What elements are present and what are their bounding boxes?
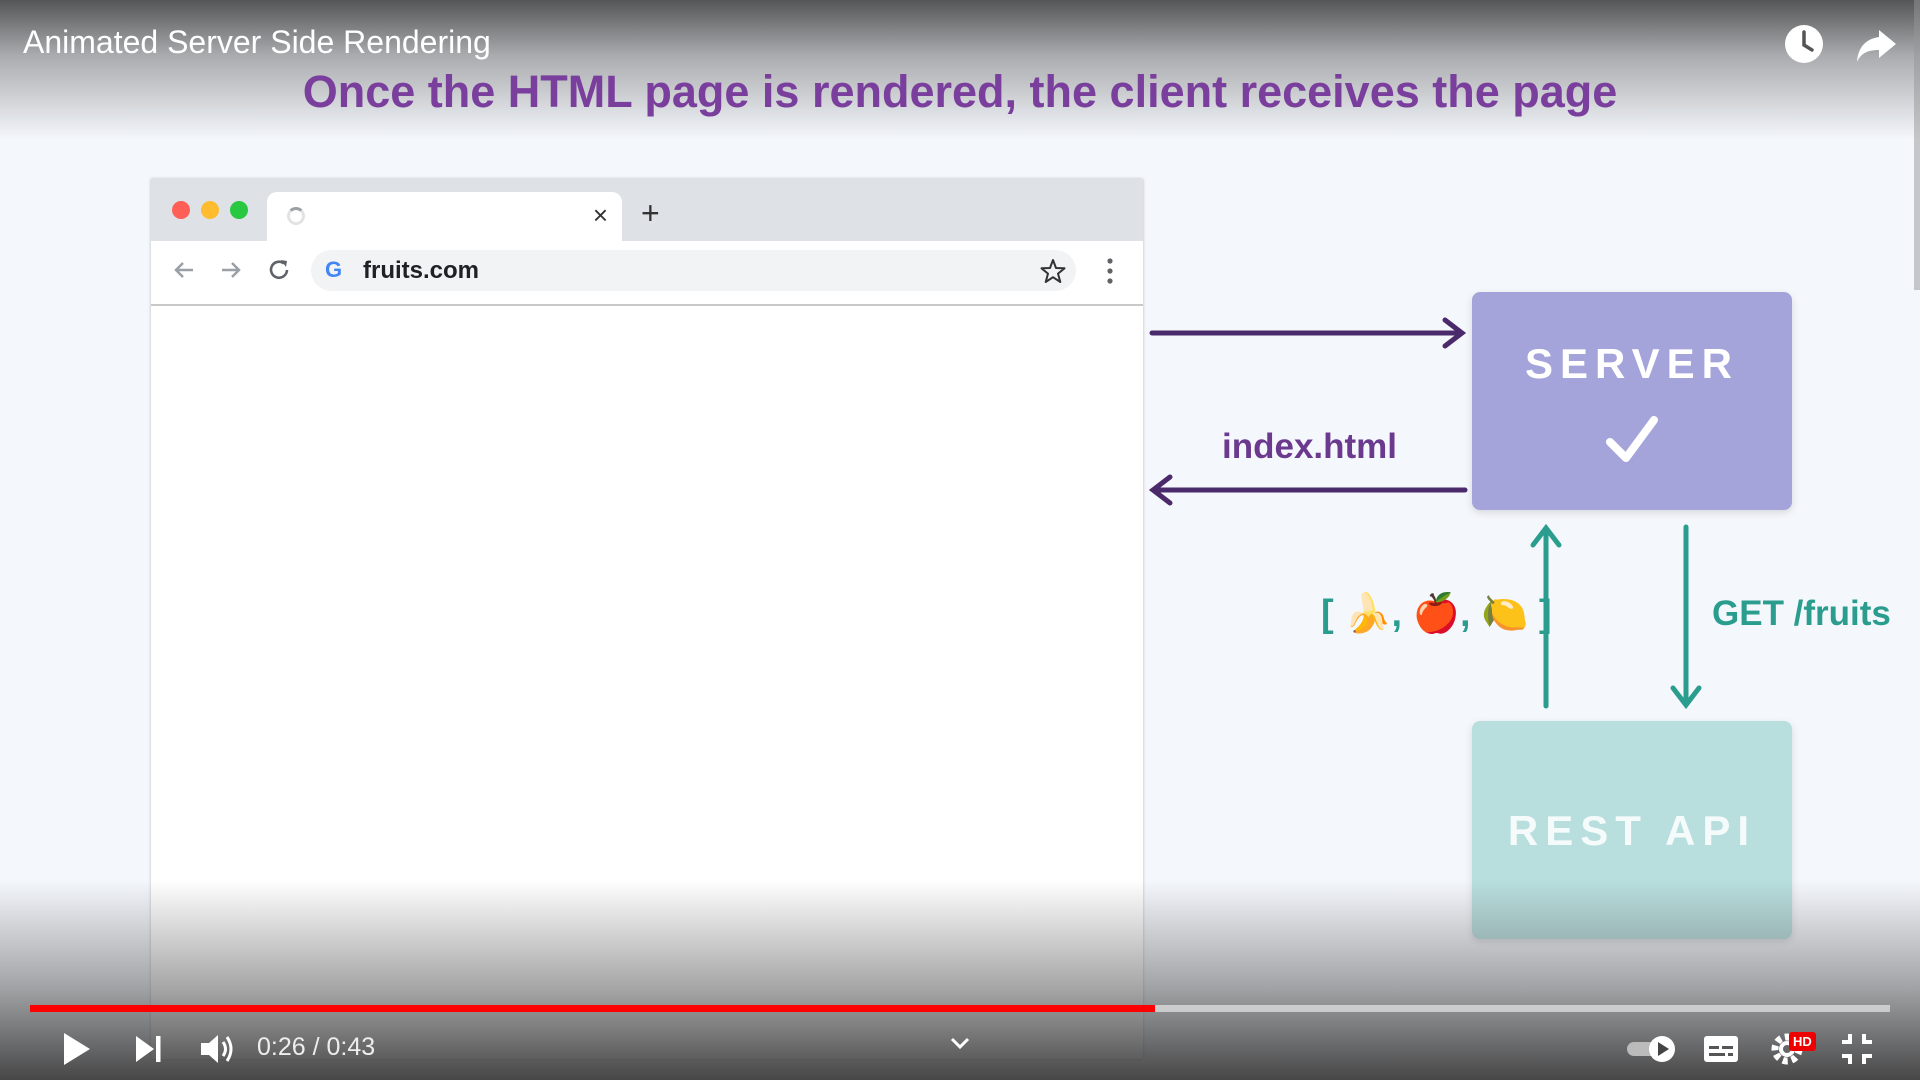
captions-icon[interactable] (1698, 1026, 1744, 1072)
hd-badge: HD (1789, 1032, 1816, 1051)
response-arrow-to-client (1148, 474, 1468, 506)
response-label: index.html (1222, 427, 1398, 466)
autoplay-toggle-icon[interactable] (1624, 1026, 1680, 1072)
slide-headline: Once the HTML page is rendered, the clie… (302, 66, 1618, 117)
progress-played (30, 1005, 1156, 1012)
fruits-array-label: [ 🍌, 🍎, 🍋 ] (1321, 593, 1552, 635)
clock-icon[interactable] (1782, 22, 1826, 66)
request-label: GET /fruits (1712, 594, 1891, 633)
volume-icon[interactable] (193, 1026, 239, 1072)
exit-fullscreen-icon[interactable] (1834, 1026, 1880, 1072)
request-arrow-to-server (1149, 317, 1467, 349)
player-controls: 0:26 / 0:43 HD (0, 1024, 1920, 1080)
play-icon[interactable] (52, 1026, 98, 1072)
scrollbar[interactable] (1914, 0, 1920, 290)
time-display: 0:26 / 0:43 (257, 1033, 376, 1061)
request-arrow-to-api (1670, 524, 1702, 710)
next-icon[interactable] (126, 1026, 172, 1072)
top-actions (1782, 22, 1898, 66)
chevron-down-icon[interactable] (945, 1028, 975, 1058)
share-icon[interactable] (1854, 22, 1898, 66)
progress-bar[interactable] (30, 1005, 1890, 1012)
video-title[interactable]: Animated Server Side Rendering (23, 24, 491, 61)
